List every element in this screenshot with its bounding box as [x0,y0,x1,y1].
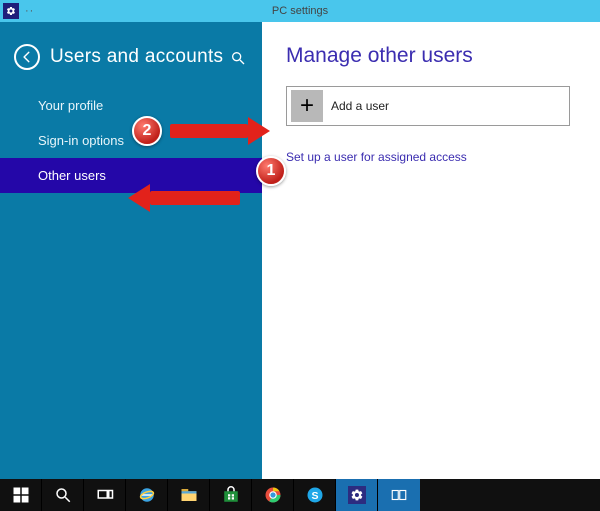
page-heading: Manage other users [286,44,582,68]
svg-text:S: S [311,490,318,502]
add-user-button[interactable]: + Add a user [286,86,570,126]
app-body: Users and accounts Your profile Sign-in … [0,22,600,479]
pc-settings-icon [3,3,19,19]
taskbar-search-button[interactable] [42,479,84,511]
sidebar-item-label: Your profile [38,98,103,113]
titlebar-menu-indicator: ·· [25,5,34,17]
taskbar-store-button[interactable] [210,479,252,511]
annotation-badge-1: 1 [256,156,286,186]
taskbar-task-view-button[interactable] [84,479,126,511]
search-icon[interactable] [230,50,246,66]
taskbar-file-explorer-button[interactable] [168,479,210,511]
plus-icon: + [291,90,323,122]
assigned-access-link[interactable]: Set up a user for assigned access [286,150,582,164]
taskbar-app-group-button[interactable] [378,479,420,511]
annotation-badge-2: 2 [132,116,162,146]
window-title: PC settings [272,5,328,17]
sidebar-header: Users and accounts [0,34,262,88]
taskbar-chrome-button[interactable] [252,479,294,511]
taskbar: S [0,479,600,511]
titlebar: ·· PC settings [0,0,600,22]
taskbar-ie-button[interactable] [126,479,168,511]
content-pane: Manage other users + Add a user Set up a… [262,22,600,479]
add-user-label: Add a user [331,99,389,113]
taskbar-skype-button[interactable]: S [294,479,336,511]
sidebar-item-your-profile[interactable]: Your profile [0,88,262,123]
taskbar-start-button[interactable] [0,479,42,511]
sidebar: Users and accounts Your profile Sign-in … [0,22,262,479]
sidebar-item-label: Sign-in options [38,133,124,148]
back-button[interactable] [14,44,40,70]
sidebar-item-label: Other users [38,168,106,183]
sidebar-title: Users and accounts [50,46,223,68]
taskbar-pc-settings-button[interactable] [336,479,378,511]
